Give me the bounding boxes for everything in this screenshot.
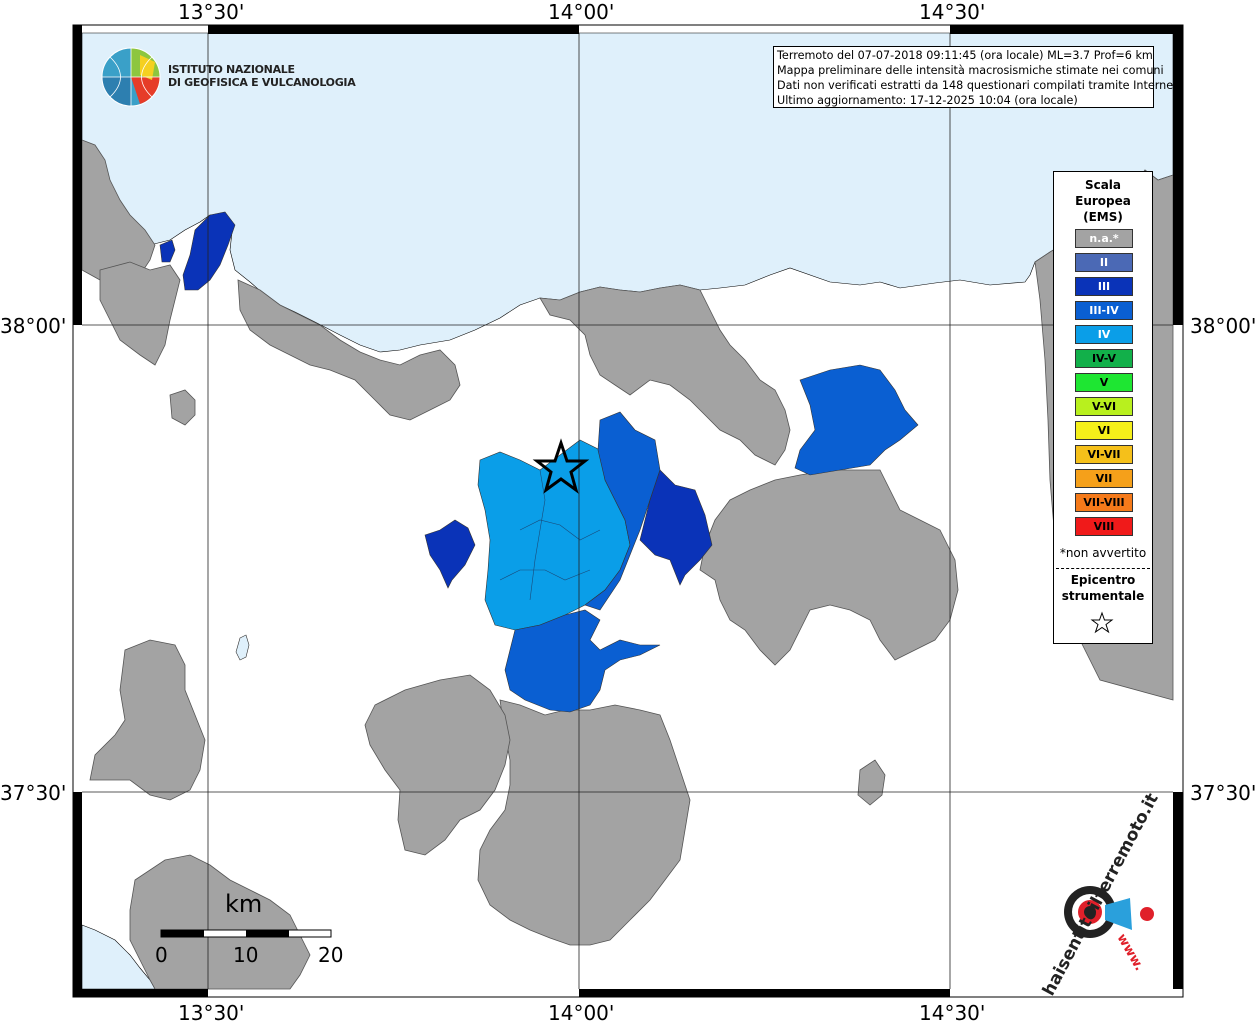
scale-tick-0: 0 xyxy=(155,943,168,967)
info-line-2: Mappa preliminare delle intensità macros… xyxy=(777,64,1164,77)
legend-separator xyxy=(1056,568,1150,569)
legend-title-1: Scala xyxy=(1084,178,1122,192)
legend-title-3: (EMS) xyxy=(1083,210,1123,224)
legend-epicenter-2: strumentale xyxy=(1061,589,1145,603)
lon-label-bottom-1: 13°30' xyxy=(178,1001,245,1025)
legend-item: VII-VIII xyxy=(1075,493,1133,512)
ingv-logo-text: ISTITUTO NAZIONALE DI GEOFISICA E VULCAN… xyxy=(168,63,356,89)
event-info-box: Terremoto del 07-07-2018 09:11:45 (ora l… xyxy=(773,46,1182,108)
legend-item: IV-V xyxy=(1075,349,1133,368)
intensity-legend: Scala Europea (EMS) n.a.* II III III-IV IV IV… xyxy=(1053,171,1153,644)
legend-item: V xyxy=(1075,373,1133,392)
lon-label-top-2: 14°00' xyxy=(548,0,615,24)
legend-star-icon xyxy=(1090,611,1114,634)
lon-label-top-3: 14°30' xyxy=(919,0,986,24)
info-line-3: Dati non verificati estratti da 148 ques… xyxy=(777,79,1182,92)
legend-item: II xyxy=(1075,253,1133,272)
ingv-line-2: DI GEOFISICA E VULCANOLOGIA xyxy=(168,76,356,89)
scale-tick-10: 10 xyxy=(233,943,259,967)
legend-item: n.a.* xyxy=(1075,229,1133,248)
scale-tick-20: 20 xyxy=(318,943,344,967)
scale-unit: km xyxy=(225,890,263,918)
legend-item: VII xyxy=(1075,469,1133,488)
ingv-globe-icon xyxy=(101,47,161,107)
info-line-4: Ultimo aggiornamento: 17-12-2025 10:04 (… xyxy=(777,94,1078,107)
legend-item: V-VI xyxy=(1075,397,1133,416)
legend-item: VIII xyxy=(1075,517,1133,536)
lon-label-bottom-3: 14°30' xyxy=(919,1001,986,1025)
scale-bar xyxy=(160,929,332,938)
lat-label-right-1: 38°00' xyxy=(1190,314,1255,338)
legend-note: *non avvertito xyxy=(1059,546,1147,560)
lon-label-top-1: 13°30' xyxy=(178,0,245,24)
legend-item: IV xyxy=(1075,325,1133,344)
legend-title-2: Europea xyxy=(1075,194,1131,208)
ingv-line-1: ISTITUTO NAZIONALE xyxy=(168,63,295,76)
lat-label-left-2: 37°30' xyxy=(0,781,67,805)
info-line-1: Terremoto del 07-07-2018 09:11:45 (ora l… xyxy=(777,49,1153,62)
lat-label-right-2: 37°30' xyxy=(1190,781,1255,805)
legend-epicenter-1: Epicentro xyxy=(1070,573,1136,587)
legend-item: III-IV xyxy=(1075,301,1133,320)
lon-label-bottom-2: 14°00' xyxy=(548,1001,615,1025)
legend-item: VI xyxy=(1075,421,1133,440)
legend-item: III xyxy=(1075,277,1133,296)
legend-item: VI-VII xyxy=(1075,445,1133,464)
lat-label-left-1: 38°00' xyxy=(0,314,67,338)
